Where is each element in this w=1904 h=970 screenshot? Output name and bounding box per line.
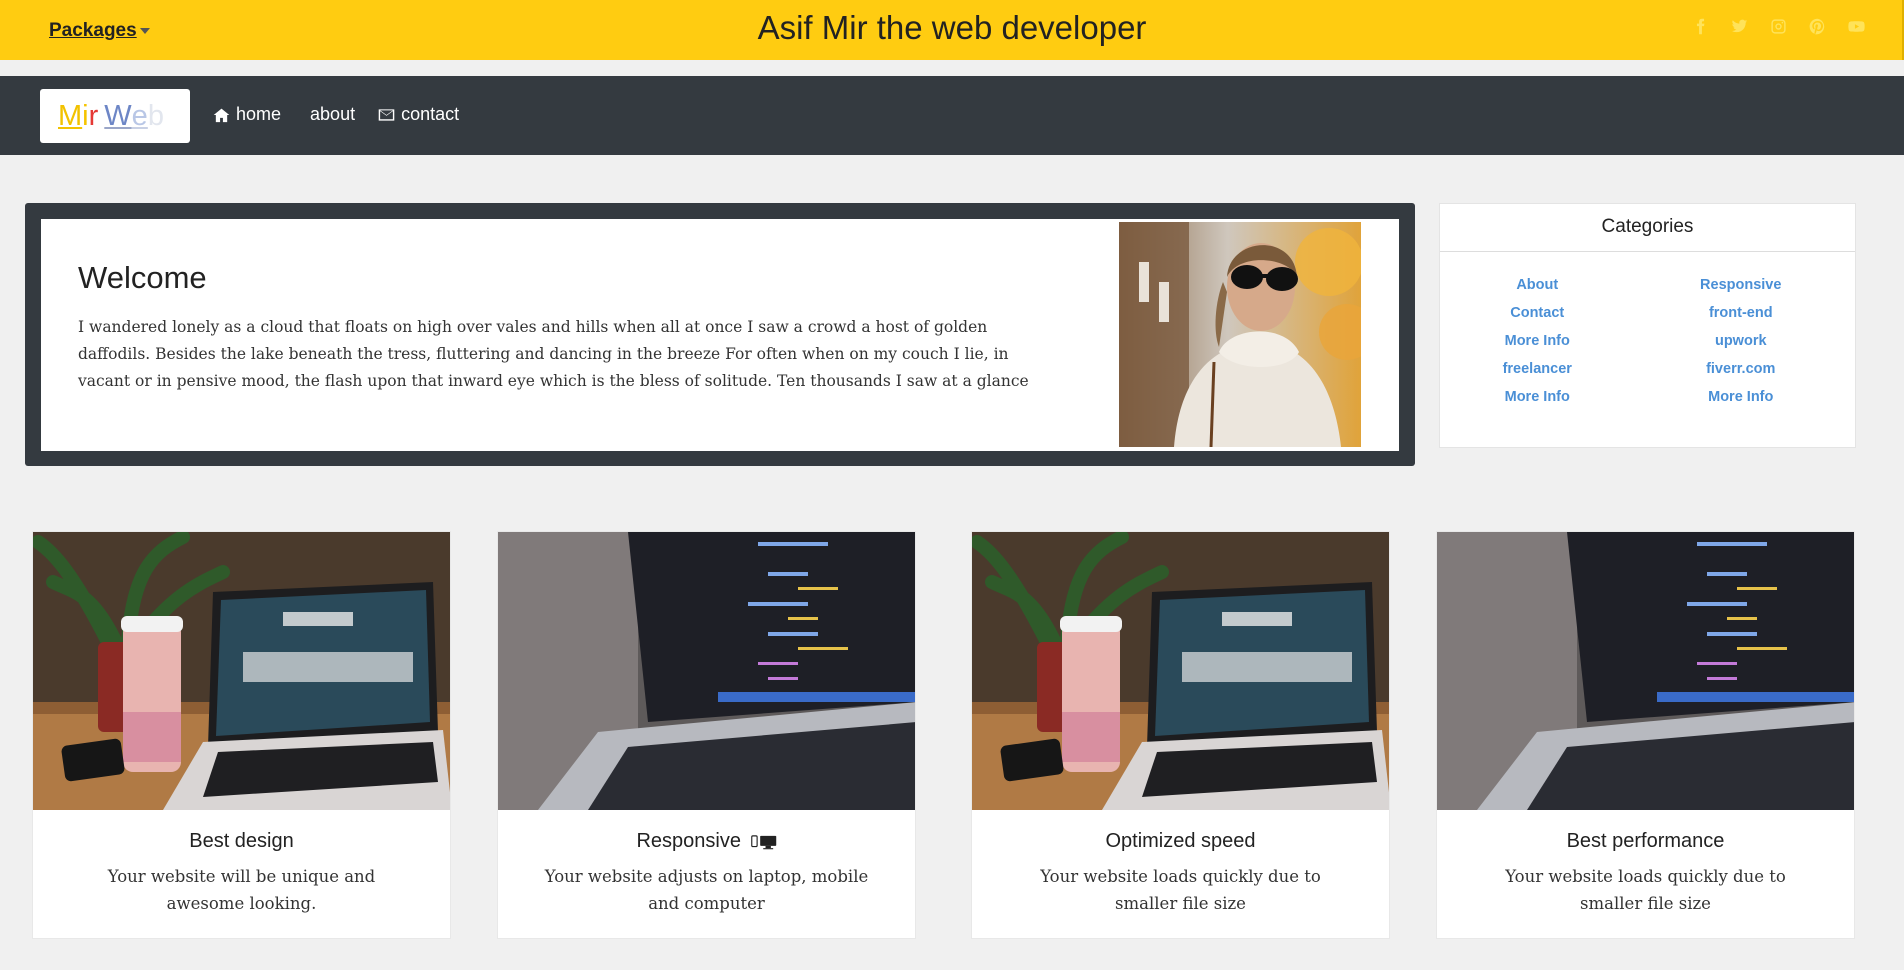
card-text: Your website adjusts on laptop, mobile a… xyxy=(544,867,869,913)
nav-home-label[interactable]: home xyxy=(236,104,281,125)
welcome-panel: Welcome I wandered lonely as a cloud tha… xyxy=(41,219,1399,451)
welcome-text: I wandered lonely as a cloud that floats… xyxy=(78,318,1029,390)
site-title: Asif Mir the web developer xyxy=(757,9,1147,46)
nav-contact-label[interactable]: contact xyxy=(401,104,459,125)
woman-photo xyxy=(1119,222,1361,447)
social-links xyxy=(1691,17,1866,36)
instagram-icon[interactable] xyxy=(1769,17,1788,36)
envelope-icon xyxy=(378,108,395,121)
categories-grid: About Responsive Contact front-end More … xyxy=(1440,277,1857,405)
twitter-icon[interactable] xyxy=(1730,17,1749,36)
nav-home-link[interactable]: home xyxy=(213,104,281,125)
brand-logo[interactable]: Mir Web xyxy=(40,89,190,143)
brand-letter: e xyxy=(131,99,148,132)
nav-about-link[interactable]: about xyxy=(310,104,355,125)
top-bar: Packages Asif Mir the web developer xyxy=(0,0,1904,60)
home-icon xyxy=(213,108,230,122)
card-title: Optimized speed xyxy=(1105,830,1256,852)
card-title: Best performance xyxy=(1566,830,1725,852)
category-link[interactable]: front-end xyxy=(1637,305,1846,321)
category-link[interactable]: fiverr.com xyxy=(1637,361,1846,377)
card-text: Your website loads quickly due to smalle… xyxy=(1505,867,1786,913)
brand-letter: W xyxy=(104,99,132,132)
card-title: Best design xyxy=(189,830,294,852)
youtube-icon[interactable] xyxy=(1847,17,1866,36)
category-link[interactable]: freelancer xyxy=(1440,361,1649,377)
pinterest-icon[interactable] xyxy=(1808,17,1827,36)
brand-letter: r xyxy=(88,99,99,132)
feature-card: Optimized speed Your website loads quick… xyxy=(971,531,1390,939)
card-title: Responsive xyxy=(636,830,741,852)
code-laptop-photo xyxy=(498,532,915,810)
feature-card: Best design Your website will be unique … xyxy=(32,531,451,939)
category-link[interactable]: About xyxy=(1440,277,1649,293)
brand-letter: M xyxy=(58,99,83,132)
card-title-row: Responsive xyxy=(498,830,915,853)
category-link[interactable]: More Info xyxy=(1637,389,1846,405)
category-link[interactable]: Responsive xyxy=(1637,277,1846,293)
feature-card: Responsive Your website adjusts on lapto… xyxy=(497,531,916,939)
mobile-desktop-icon xyxy=(750,835,776,849)
nav-contact-link[interactable]: contact xyxy=(378,104,459,125)
category-link[interactable]: More Info xyxy=(1440,389,1649,405)
facebook-icon[interactable] xyxy=(1691,17,1710,36)
card-text: Your website loads quickly due to smalle… xyxy=(1040,867,1321,913)
category-link[interactable]: More Info xyxy=(1440,333,1649,349)
laptop-plant-photo xyxy=(33,532,450,810)
welcome-section: Welcome I wandered lonely as a cloud tha… xyxy=(25,203,1415,466)
navbar: Mir Web home about contact xyxy=(0,76,1904,155)
categories-panel: Categories About Responsive Contact fron… xyxy=(1439,203,1856,448)
welcome-title: Welcome xyxy=(78,260,207,295)
card-text: Your website will be unique and awesome … xyxy=(107,867,376,913)
feature-card: Best performance Your website loads quic… xyxy=(1436,531,1855,939)
brand-letter: b xyxy=(147,99,164,132)
categories-title: Categories xyxy=(1440,204,1855,252)
laptop-plant-photo xyxy=(972,532,1389,810)
category-link[interactable]: Contact xyxy=(1440,305,1649,321)
code-laptop-photo xyxy=(1437,532,1854,810)
nav-about-label[interactable]: about xyxy=(310,104,355,125)
category-link[interactable]: upwork xyxy=(1637,333,1846,349)
nav-links: home about contact xyxy=(213,104,459,125)
